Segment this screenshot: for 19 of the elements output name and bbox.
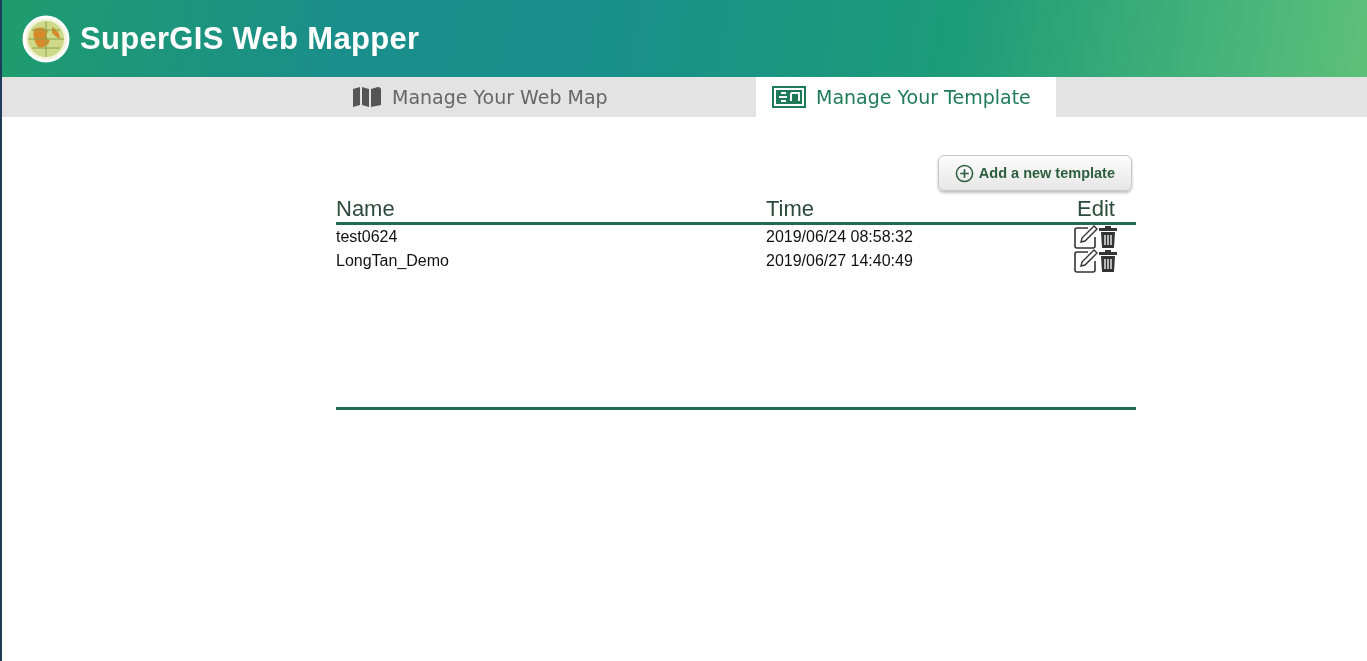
app-title: SuperGIS Web Mapper [80,20,420,57]
column-header: Time [766,196,815,221]
template-icon [772,86,806,108]
plus-circle-icon [954,163,974,183]
pencil-icon[interactable] [1074,249,1098,273]
column-header: Name [336,196,395,221]
table-cell: 2019/06/27 14:40:49 [766,252,913,269]
table-cell: 2019/06/24 08:58:32 [766,228,913,245]
map-icon [352,86,382,108]
tab[interactable]: Manage Your Template [756,77,1056,117]
column-header: Edit [1077,197,1115,222]
pencil-icon[interactable] [1074,225,1098,249]
globe-icon [22,14,70,63]
table-cell: LongTan_Demo [336,252,449,269]
tab[interactable]: Manage Your Web Map [336,77,756,117]
trash-icon[interactable] [1098,225,1118,249]
add-template-button[interactable]: Add a new template [937,155,1132,191]
table-cell: test0624 [336,228,398,245]
trash-icon[interactable] [1098,249,1118,273]
